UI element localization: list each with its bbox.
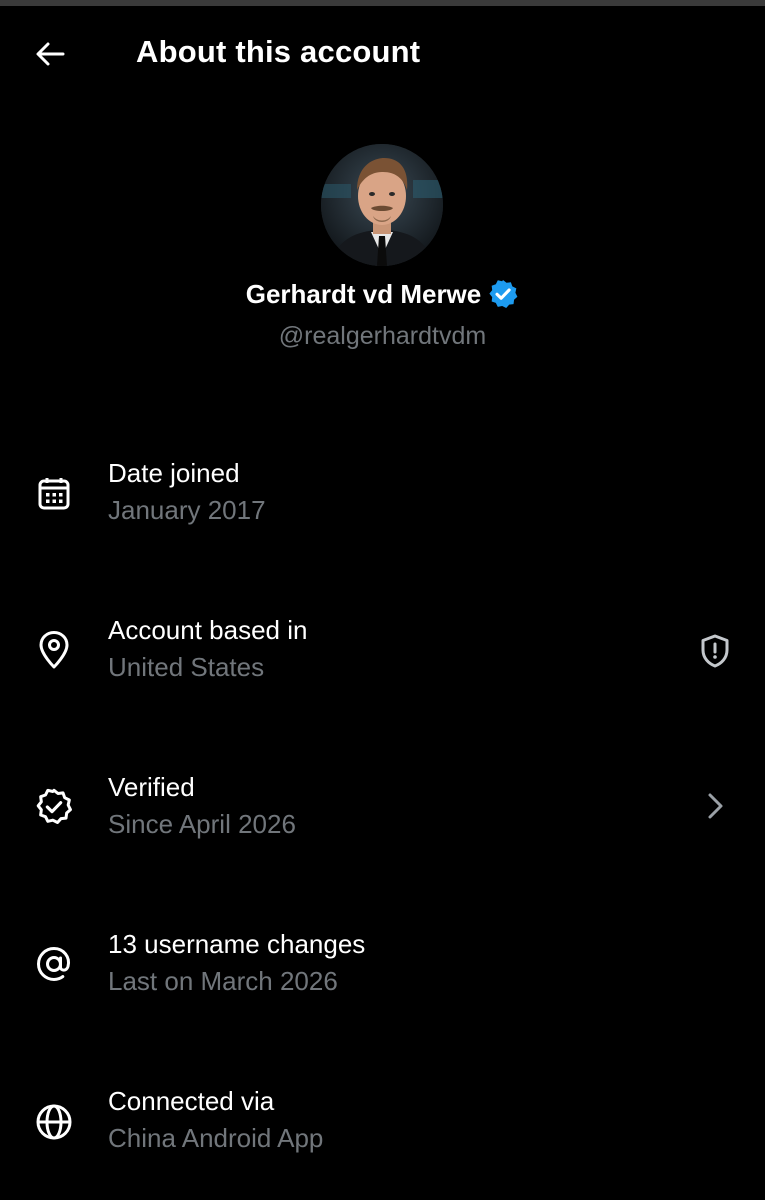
header: About this account: [0, 6, 765, 100]
avatar-image: [321, 144, 443, 266]
globe-icon: [32, 1100, 76, 1144]
chevron-right-icon[interactable]: [695, 786, 735, 826]
page-title: About this account: [136, 34, 421, 69]
verified-check-icon: [32, 785, 76, 829]
row-title: Date joined: [108, 458, 240, 488]
row-subtitle: Since April 2026: [108, 809, 296, 839]
display-name: Gerhardt vd Merwe: [245, 278, 482, 309]
back-button[interactable]: [28, 34, 72, 74]
info-row-account-based-in: Account based in United States: [0, 609, 765, 719]
row-title: 13 username changes: [108, 929, 366, 959]
row-subtitle: Last on March 2026: [108, 966, 338, 996]
name-row: Gerhardt vd Merwe: [0, 278, 765, 310]
row-subtitle: January 2017: [108, 495, 266, 525]
at-sign-icon: [32, 942, 76, 986]
info-row-verified[interactable]: Verified Since April 2026: [0, 766, 765, 876]
shield-alert-icon[interactable]: [695, 631, 735, 671]
verified-badge-icon[interactable]: [487, 278, 519, 310]
calendar-icon: [32, 472, 76, 516]
arrow-left-icon: [36, 42, 65, 66]
row-title: Account based in: [108, 615, 308, 645]
location-pin-icon: [32, 628, 76, 672]
info-row-connected-via: Connected via China Android App: [0, 1081, 765, 1191]
handle: @realgerhardtvdm: [278, 322, 487, 350]
profile-section: Gerhardt vd Merwe @realgerhardtvdm: [0, 140, 765, 370]
avatar[interactable]: [321, 144, 443, 266]
info-row-date-joined: Date joined January 2017: [0, 452, 765, 562]
row-subtitle: China Android App: [108, 1123, 324, 1153]
row-title: Verified: [108, 772, 195, 802]
info-row-username-changes: 13 username changes Last on March 2026: [0, 924, 765, 1034]
row-title: Connected via: [108, 1086, 275, 1116]
row-subtitle: United States: [108, 652, 265, 682]
